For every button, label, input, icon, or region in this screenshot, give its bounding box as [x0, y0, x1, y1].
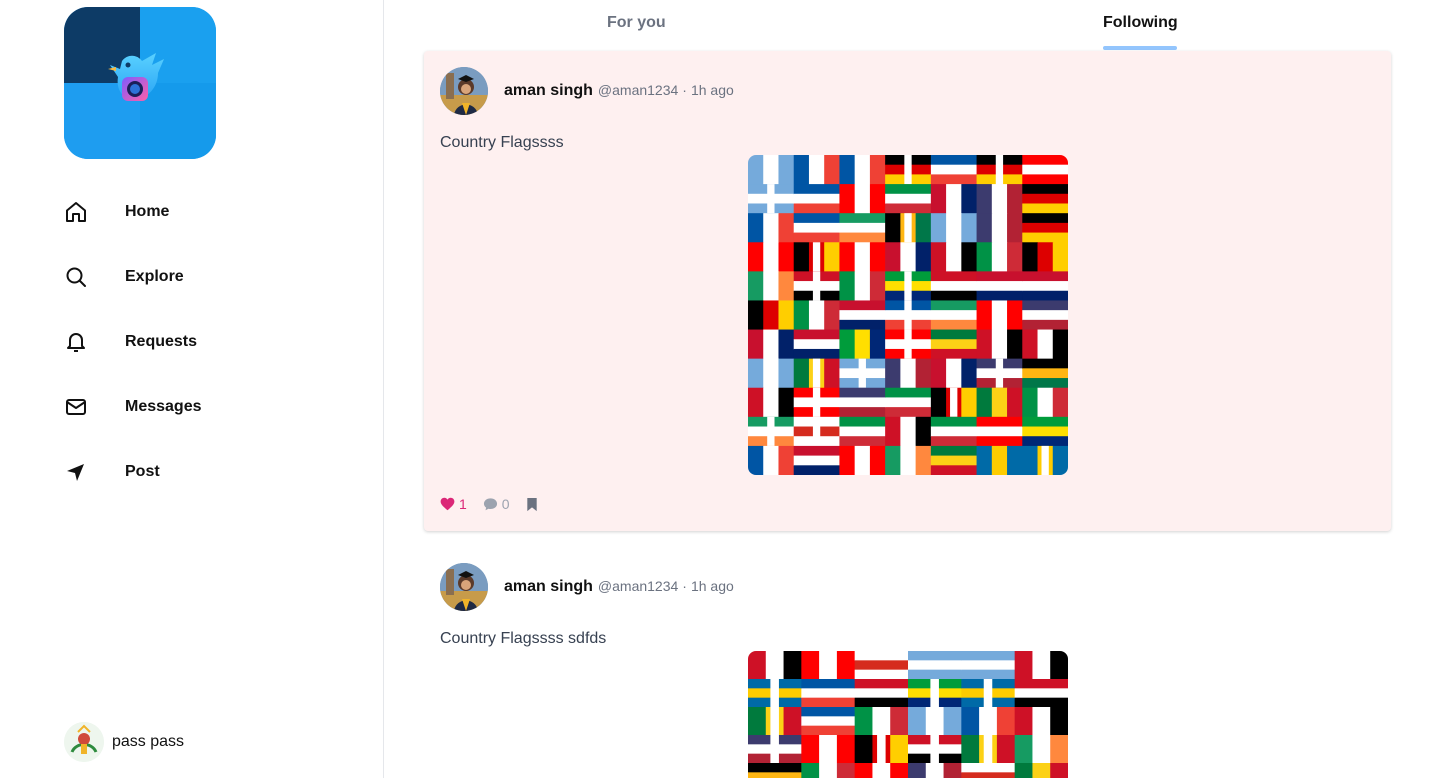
post-timestamp: 1h ago — [690, 578, 734, 594]
main-feed: For you Following aman singh @aman1234 ·… — [384, 0, 1440, 778]
nav-item-messages[interactable]: Messages — [64, 374, 324, 439]
nav-item-home[interactable]: Home — [64, 179, 324, 244]
tab-following[interactable]: Following — [1103, 14, 1178, 32]
nav-label-home: Home — [125, 202, 170, 220]
post-author-name[interactable]: aman singh — [504, 578, 593, 596]
post-text: Country Flagssss — [440, 134, 564, 151]
active-tab-indicator — [1103, 46, 1177, 50]
post-meta: aman singh @aman1234 · 1h ago — [504, 82, 734, 100]
post-author-name[interactable]: aman singh — [504, 82, 593, 100]
app-logo[interactable] — [64, 7, 216, 159]
sidebar: Home Explore Requests Messages Post pass… — [0, 0, 384, 778]
profile-button[interactable]: pass pass — [64, 722, 184, 762]
post-separator: · — [682, 578, 687, 594]
flags-image — [748, 155, 1068, 475]
heart-icon — [440, 497, 455, 511]
feed-tabs: For you Following — [384, 0, 1440, 50]
app-root: Home Explore Requests Messages Post pass… — [0, 0, 1440, 778]
main-nav: Home Explore Requests Messages Post — [64, 179, 324, 504]
post-text: Country Flagssss sdfds — [440, 630, 607, 647]
post-image[interactable] — [748, 155, 1068, 475]
nav-label-post: Post — [125, 462, 160, 480]
nav-label-explore: Explore — [125, 267, 184, 285]
post-author-handle: @aman1234 — [597, 578, 679, 594]
like-count: 1 — [459, 496, 467, 512]
post-card[interactable]: aman singh @aman1234 · 1h ago Country Fl… — [424, 51, 1391, 531]
post-timestamp: 1h ago — [690, 82, 734, 98]
comment-button[interactable]: 0 — [483, 496, 510, 512]
post-author-avatar[interactable] — [440, 563, 488, 611]
send-icon — [64, 460, 88, 484]
home-icon — [64, 200, 88, 224]
nav-item-explore[interactable]: Explore — [64, 244, 324, 309]
post-separator: · — [682, 82, 687, 98]
post-author-avatar[interactable] — [440, 67, 488, 115]
search-icon — [64, 265, 88, 289]
post-actions: 1 0 — [440, 496, 554, 512]
bookmark-button[interactable] — [526, 497, 538, 512]
profile-name: pass pass — [112, 733, 185, 750]
nav-item-requests[interactable]: Requests — [64, 309, 324, 374]
post-card[interactable]: aman singh @aman1234 · 1h ago Country Fl… — [424, 547, 1391, 778]
tab-for-you[interactable]: For you — [607, 14, 666, 32]
profile-avatar — [64, 722, 104, 762]
nav-label-messages: Messages — [125, 397, 202, 415]
post-meta: aman singh @aman1234 · 1h ago — [504, 578, 734, 596]
comment-count: 0 — [501, 496, 510, 512]
comment-icon — [483, 498, 497, 511]
bookmark-icon — [526, 497, 537, 511]
like-button[interactable]: 1 — [440, 496, 467, 512]
nav-label-requests: Requests — [125, 332, 198, 350]
post-header: aman singh @aman1234 · 1h ago — [440, 67, 734, 115]
bell-icon — [64, 330, 88, 354]
flags-image — [748, 651, 1068, 778]
post-author-handle: @aman1234 — [597, 82, 679, 98]
mail-icon — [64, 395, 88, 419]
post-image[interactable] — [748, 651, 1068, 778]
bird-camera-logo-icon — [108, 53, 164, 101]
nav-item-post[interactable]: Post — [64, 439, 324, 504]
post-header: aman singh @aman1234 · 1h ago — [440, 563, 734, 611]
